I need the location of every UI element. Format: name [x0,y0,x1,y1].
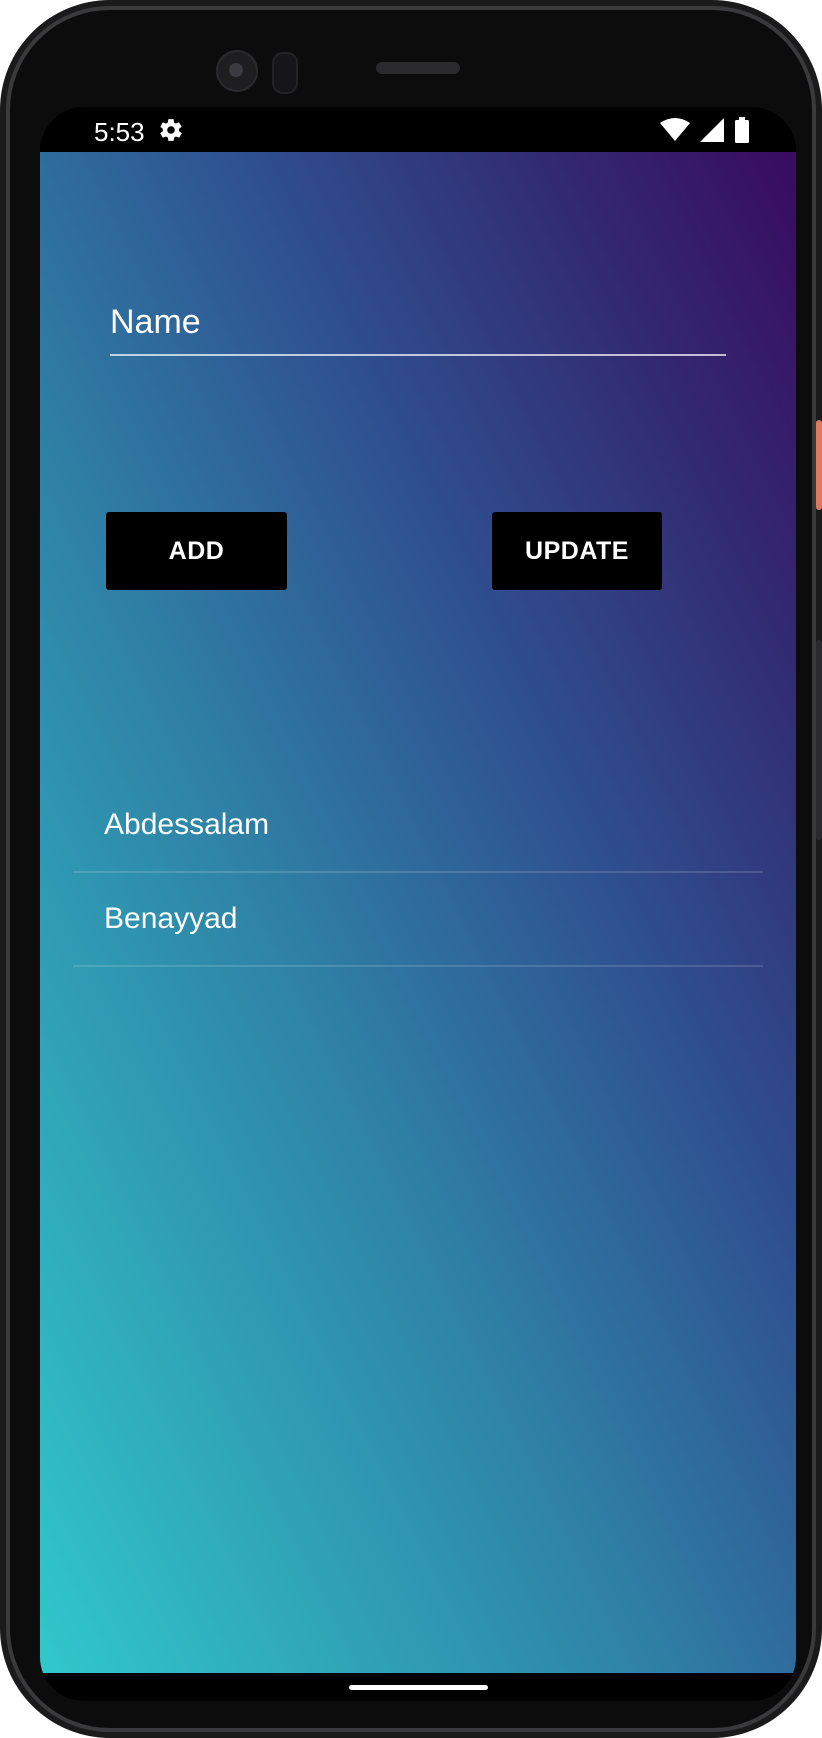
name-input[interactable] [110,292,726,352]
wifi-icon [660,118,690,141]
app-content: ADD UPDATE Abdessalam Benayyad [40,152,796,1673]
status-icons [660,117,750,143]
status-time: 5:53 [94,117,145,147]
front-camera [216,50,258,92]
names-list: Abdessalam Benayyad [73,779,763,967]
name-field [110,292,726,356]
cellular-signal-icon [700,118,724,142]
list-item-label: Benayyad [104,902,238,935]
phone-bezel: 5:53 Name ADD UPDATE Abdessalam Benayyad [6,6,816,1732]
battery-icon [735,117,749,143]
gear-icon [160,119,182,141]
volume-button [816,640,822,840]
list-item-label: Abdessalam [104,808,270,841]
status-bar: 5:53 [40,107,796,152]
device-screen: 5:53 Name ADD UPDATE Abdessalam Benayyad [40,107,796,1701]
earpiece-speaker [376,62,460,74]
update-button[interactable]: UPDATE [492,512,662,590]
power-button [816,420,822,510]
proximity-sensor [272,52,298,94]
add-button[interactable]: ADD [106,512,287,590]
list-item[interactable]: Abdessalam [73,779,763,873]
home-indicator[interactable] [349,1685,488,1690]
phone-frame: 5:53 Name ADD UPDATE Abdessalam Benayyad [0,0,822,1738]
list-item[interactable]: Benayyad [73,873,763,967]
